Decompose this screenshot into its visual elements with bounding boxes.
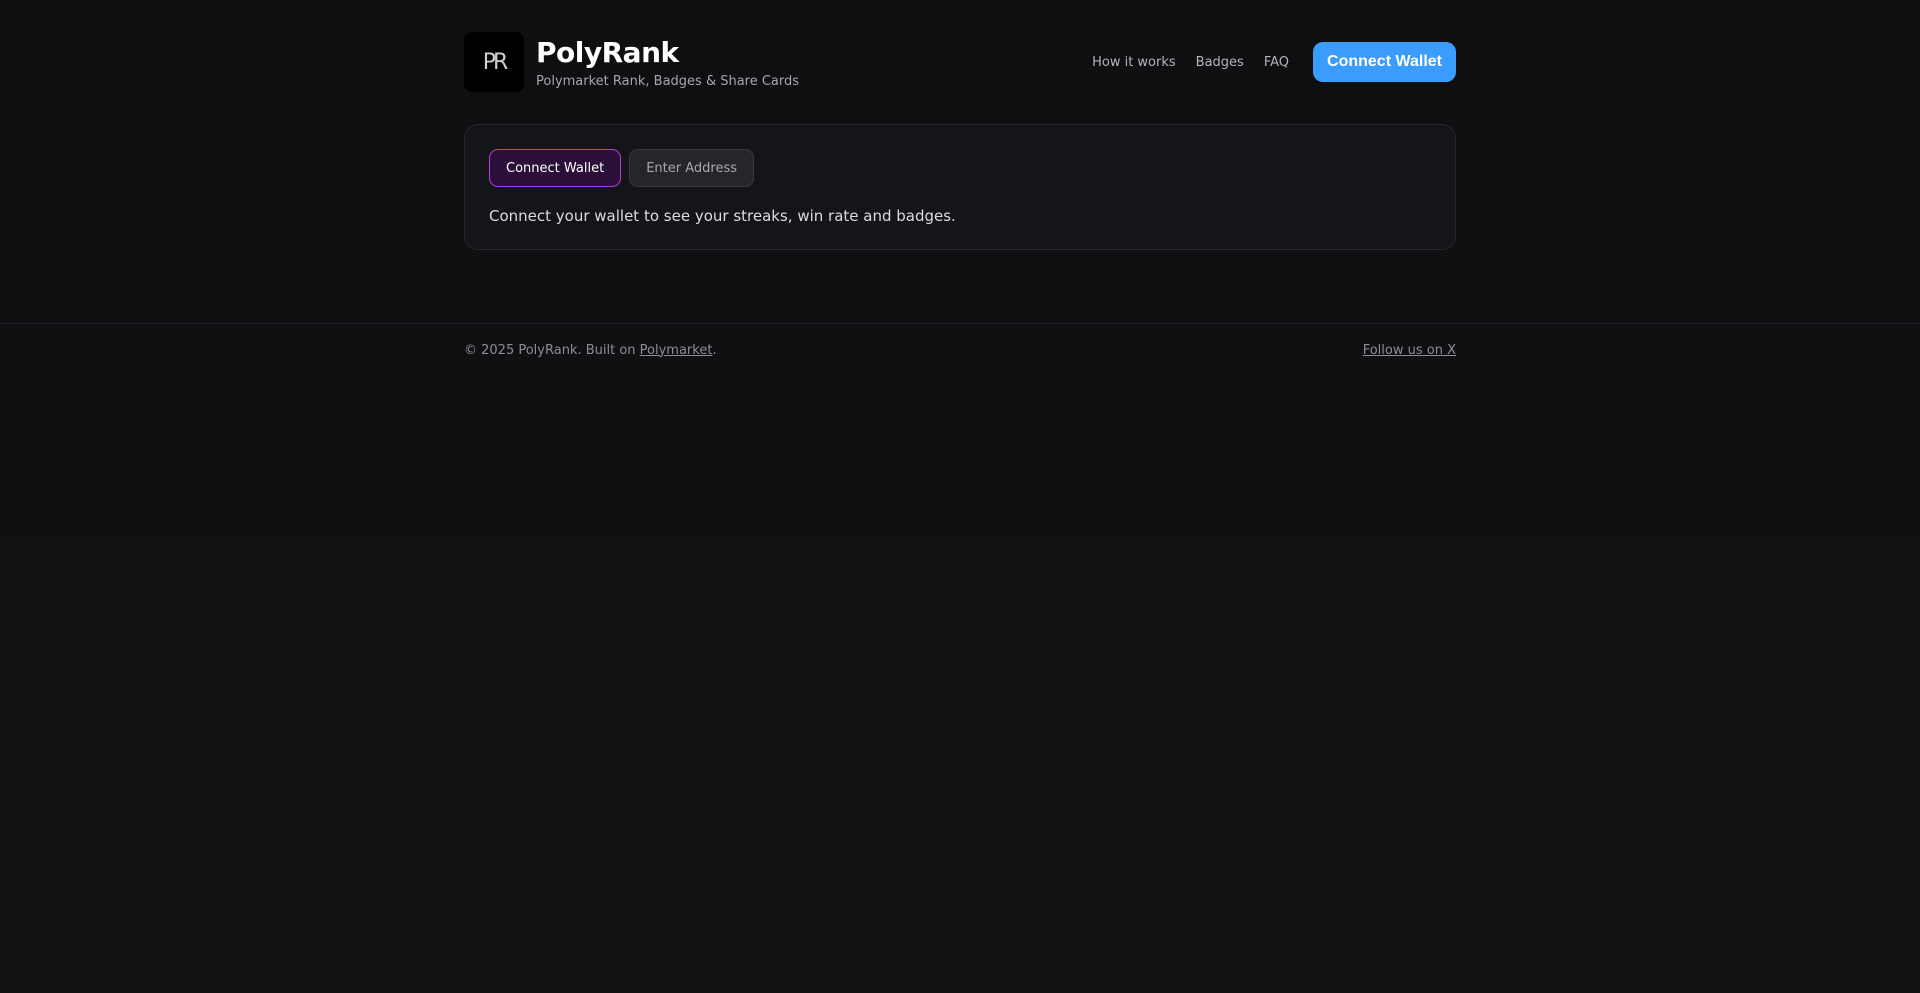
- nav-link-badges[interactable]: Badges: [1196, 55, 1244, 70]
- site-header: PR PolyRank Polymarket Rank, Badges & Sh…: [464, 32, 1456, 92]
- logo-text: PR: [482, 49, 509, 75]
- card-message: Connect your wallet to see your streaks,…: [489, 207, 956, 225]
- logo[interactable]: PR: [464, 32, 524, 92]
- brand-text: PolyRank Polymarket Rank, Badges & Share…: [536, 36, 799, 89]
- footer-copyright: © 2025 PolyRank. Built on Polymarket.: [464, 343, 717, 358]
- brand-title: PolyRank: [536, 35, 679, 69]
- site-footer: © 2025 PolyRank. Built on Polymarket. Fo…: [464, 340, 1456, 360]
- wallet-tabs: Connect Wallet Enter Address: [489, 149, 1431, 187]
- copyright-suffix: .: [712, 342, 717, 358]
- main-nav: How it works Badges FAQ Connect Wallet: [1092, 42, 1456, 82]
- brand-tagline: Polymarket Rank, Badges & Share Cards: [536, 73, 800, 89]
- follow-on-x-link[interactable]: Follow us on X: [1363, 343, 1456, 358]
- polymarket-link[interactable]: Polymarket: [640, 343, 713, 358]
- page: PR PolyRank Polymarket Rank, Badges & Sh…: [0, 0, 1920, 993]
- tab-connect-wallet[interactable]: Connect Wallet: [489, 149, 622, 187]
- connect-wallet-button[interactable]: Connect Wallet: [1313, 42, 1456, 82]
- copyright-prefix: © 2025 PolyRank. Built on: [464, 342, 640, 358]
- brand[interactable]: PR PolyRank Polymarket Rank, Badges & Sh…: [464, 32, 799, 92]
- tab-enter-address[interactable]: Enter Address: [629, 149, 754, 187]
- footer-divider: [0, 323, 1920, 324]
- nav-link-faq[interactable]: FAQ: [1264, 55, 1289, 70]
- wallet-card: Connect Wallet Enter Address Connect you…: [464, 124, 1456, 250]
- nav-link-how-it-works[interactable]: How it works: [1092, 55, 1176, 70]
